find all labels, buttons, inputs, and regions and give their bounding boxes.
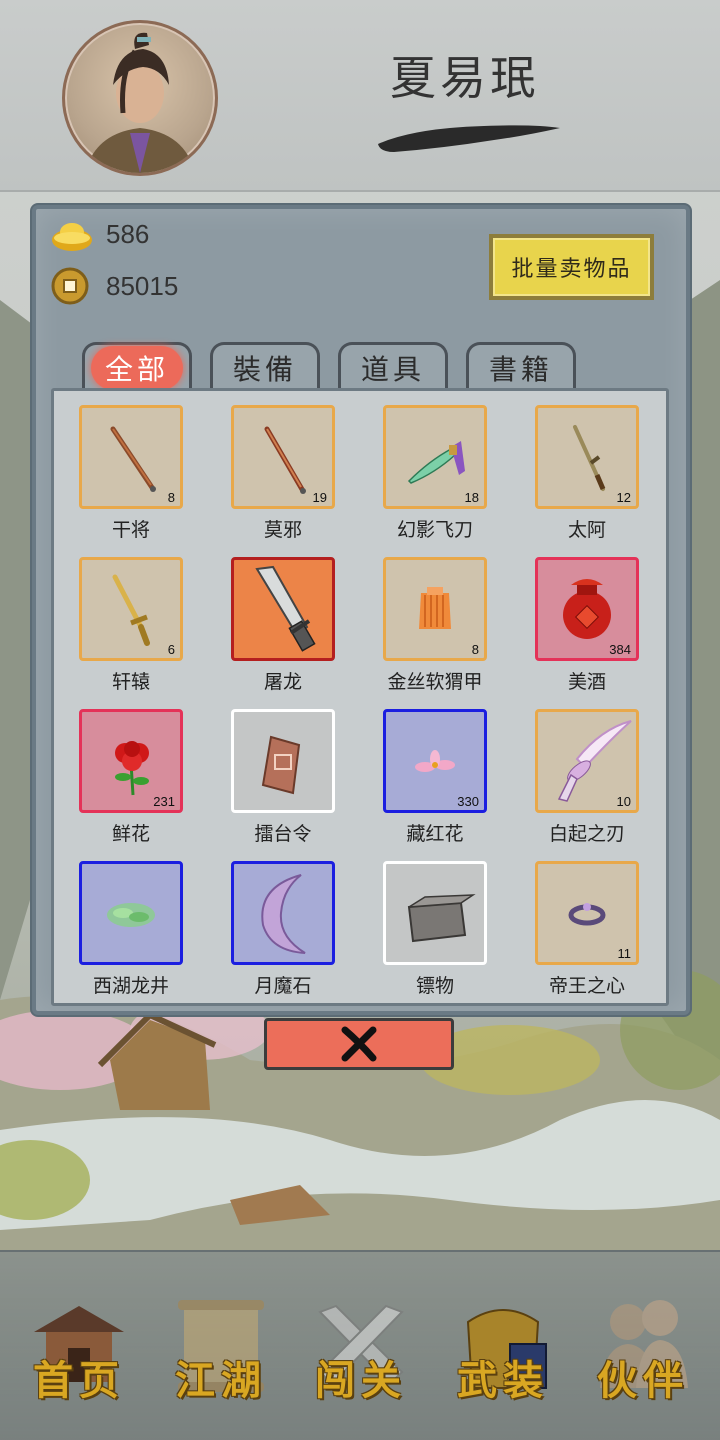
item-name: 月魔石 (254, 975, 312, 997)
bulk-sell-button[interactable]: 批量卖物品 (489, 234, 654, 300)
item-name: 幻影飞刀 (396, 519, 473, 541)
item-slot[interactable]: 8 干将 (79, 405, 183, 541)
item-slot[interactable]: 11 帝王之心 (535, 861, 639, 997)
close-button[interactable] (264, 1018, 454, 1070)
nav-companions[interactable]: 伙伴 (578, 1292, 708, 1432)
item-slot[interactable]: 6 轩辕 (79, 557, 183, 693)
item-slot[interactable]: 擂台令 (231, 709, 335, 845)
copper-coin-icon (51, 267, 89, 305)
item-name: 轩辕 (111, 671, 150, 693)
item-count: 8 (471, 642, 479, 657)
item-count: 12 (616, 490, 631, 505)
nav-label: 武装 (457, 1357, 549, 1404)
item-name: 藏红花 (406, 823, 464, 845)
player-header: 夏易珉 (0, 0, 720, 192)
item-name: 屠龙 (263, 671, 302, 693)
golden-sword-icon (112, 574, 150, 646)
nav-label: 伙伴 (597, 1357, 689, 1404)
item-count: 231 (153, 794, 175, 809)
tab-label: 書籍 (488, 352, 553, 386)
item-name: 西湖龙井 (92, 975, 169, 997)
nav-jianghu[interactable]: 江湖 (156, 1292, 286, 1432)
ink-brush-stroke (378, 125, 560, 152)
nav-label: 首页 (33, 1357, 125, 1404)
item-count: 330 (457, 794, 479, 809)
item-slot[interactable]: 屠龙 (231, 557, 335, 693)
gold-row: 586 (50, 214, 149, 254)
item-name: 鲜花 (111, 823, 150, 845)
item-slot[interactable]: 镖物 (383, 861, 487, 997)
tab-label: 全部 (90, 345, 183, 390)
coin-amount: 85015 (106, 270, 179, 301)
item-count: 10 (616, 794, 631, 809)
item-name: 太阿 (567, 519, 606, 541)
inventory-tabs: 全部 裝備 道具 書籍 (82, 342, 576, 390)
item-slot[interactable]: 18 幻影飞刀 (383, 405, 487, 541)
close-icon (341, 1026, 377, 1062)
item-slot[interactable]: 10 白起之刃 (535, 709, 639, 845)
gold-amount: 586 (106, 218, 150, 249)
item-grid: 8 干将 19 莫邪 18 幻影飞刀 12 太阿 6 轩辕 屠龙 8 金丝软猬甲… (79, 405, 639, 997)
player-name: 夏易珉 (390, 51, 540, 105)
item-name: 莫邪 (263, 519, 302, 541)
item-count: 8 (167, 490, 175, 505)
portrait-icon (85, 32, 195, 173)
item-name: 擂台令 (254, 823, 312, 845)
tab-books[interactable]: 書籍 (466, 342, 576, 390)
nav-armory[interactable]: 武装 (438, 1292, 568, 1432)
cargo-box-icon (407, 894, 476, 943)
nav-label: 闯关 (315, 1357, 407, 1404)
moonstone-icon (261, 874, 306, 954)
item-count: 384 (609, 642, 631, 657)
tab-label: 道具 (360, 352, 425, 386)
item-count: 6 (167, 642, 175, 657)
tea-icon (107, 903, 155, 927)
sword-icon (110, 426, 156, 492)
broadsword-icon (255, 565, 316, 652)
item-name: 帝王之心 (548, 975, 625, 997)
armor-icon (419, 587, 451, 629)
tab-equipment[interactable]: 裝備 (210, 342, 320, 390)
gold-ingot-icon (52, 223, 92, 251)
item-name: 干将 (111, 519, 150, 541)
item-name: 金丝软猬甲 (387, 671, 483, 693)
item-slot[interactable]: 月魔石 (231, 861, 335, 997)
item-count: 19 (312, 490, 327, 505)
item-slot[interactable]: 西湖龙井 (79, 861, 183, 997)
item-slot[interactable]: 12 太阿 (535, 405, 639, 541)
nav-home[interactable]: 首页 (14, 1292, 144, 1432)
nav-label: 江湖 (175, 1357, 267, 1404)
coin-row: 85015 (50, 266, 178, 306)
item-slot[interactable]: 384 美酒 (535, 557, 639, 693)
item-slot[interactable]: 19 莫邪 (231, 405, 335, 541)
item-grid-container: 8 干将 19 莫邪 18 幻影飞刀 12 太阿 6 轩辕 屠龙 8 金丝软猬甲… (51, 388, 669, 1006)
item-count: 11 (617, 946, 632, 961)
bottom-nav: 首页 江湖 闯关 武装 伙伴 (0, 1250, 720, 1440)
token-icon (261, 735, 301, 795)
item-slot[interactable]: 8 金丝软猬甲 (383, 557, 487, 693)
item-count: 18 (464, 490, 479, 505)
tab-label: 裝備 (232, 352, 297, 386)
item-name: 美酒 (567, 671, 606, 693)
item-slot[interactable]: 330 藏红花 (383, 709, 487, 845)
item-name: 白起之刃 (548, 823, 625, 845)
tab-all[interactable]: 全部 (82, 342, 192, 390)
nav-challenge[interactable]: 闯关 (296, 1292, 426, 1432)
item-name: 镖物 (415, 975, 454, 997)
player-avatar[interactable] (62, 20, 218, 176)
tab-props[interactable]: 道具 (338, 342, 448, 390)
item-slot[interactable]: 231 鲜花 (79, 709, 183, 845)
